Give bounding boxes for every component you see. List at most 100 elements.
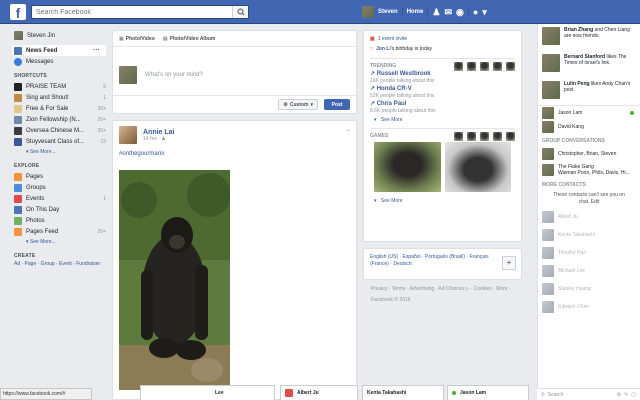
calendar-icon: ▦ xyxy=(370,36,375,42)
notifications-globe-icon[interactable]: ◉ xyxy=(456,7,464,18)
new-message-icon[interactable]: ✎ xyxy=(624,392,628,398)
explore-see-more[interactable]: ▾ See More... xyxy=(14,237,112,247)
game-thumbnail[interactable] xyxy=(480,131,489,141)
sidebar-item-free-for-sale[interactable]: Free & For Sale 20+ xyxy=(14,103,112,114)
tab-label: Photo/Video Album xyxy=(169,35,216,42)
chat-contact[interactable]: Timothy Han xyxy=(538,244,640,262)
language-links[interactable]: English (US) · Español · Português (Bras… xyxy=(370,254,495,268)
trending-item[interactable]: ↗ Russell Westbrook 16K people talking ab… xyxy=(364,70,521,85)
add-language-button[interactable]: + xyxy=(502,256,516,270)
chat-contact[interactable]: David Kang xyxy=(538,120,640,134)
praise-team-icon xyxy=(14,82,22,91)
sidebar-item-news-feed[interactable]: News Feed ··· xyxy=(12,45,106,56)
more-options-icon[interactable]: ··· xyxy=(93,47,100,54)
sidebar-item-groups[interactable]: Groups xyxy=(14,182,112,193)
chat-tab-kenta-takahashi[interactable]: Kenta Takahashi xyxy=(362,385,444,400)
chat-contact[interactable]: Stanley Huang xyxy=(538,280,640,298)
trending-thumbnail[interactable] xyxy=(454,61,463,71)
contact-avatar xyxy=(542,247,554,259)
sidebar-item-pages-feed[interactable]: Pages Feed 20+ xyxy=(14,226,112,237)
tab-photo-video-album[interactable]: ▤ Photo/Video Album xyxy=(163,36,216,42)
sidebar-item-pages[interactable]: Pages xyxy=(14,171,112,182)
game-image-gorilla[interactable] xyxy=(374,142,441,192)
chat-contact[interactable]: Albert Ju xyxy=(538,208,640,226)
friend-requests-icon[interactable]: ♟ xyxy=(432,7,440,18)
messages-icon[interactable]: ✉ xyxy=(444,7,452,18)
sidebar-item-messages[interactable]: Messages xyxy=(14,56,112,67)
pages-icon xyxy=(14,172,22,181)
post-button[interactable]: Post xyxy=(324,99,350,110)
status-input[interactable]: What's on your mind? xyxy=(113,47,356,95)
chat-contact[interactable]: Michael Lee xyxy=(538,262,640,280)
tab-photo-video[interactable]: ▣ Photo/Video xyxy=(119,36,155,42)
sidebar-item-oversea-chinese-m[interactable]: Oversea Chinese M... 20+ xyxy=(14,125,112,136)
post-hashtag[interactable]: #onthegourmami xyxy=(113,149,356,159)
ticker-story[interactable]: Bernard Stanford likes The Times of Isra… xyxy=(538,51,640,78)
on-this-day-icon xyxy=(14,205,22,214)
sidebar-item-on-this-day[interactable]: On This Day xyxy=(14,204,112,215)
contact-name: Edward J Kim xyxy=(558,304,589,310)
profile-link[interactable]: Steven xyxy=(378,9,398,15)
sidebar-item-sing-and-shout[interactable]: Sing and Shout! 1 xyxy=(14,92,112,103)
divider xyxy=(370,58,515,59)
post-photo-gorilla[interactable] xyxy=(119,170,230,390)
shortcuts-see-more[interactable]: ▾ See More... xyxy=(14,147,112,157)
author-avatar[interactable] xyxy=(119,126,137,144)
game-thumbnail[interactable] xyxy=(467,131,476,141)
chat-contact[interactable]: Kenta Takahashi xyxy=(538,226,640,244)
group-name: The Flake Gang Waiman Poon, Phils, Davis… xyxy=(558,164,630,176)
birthday-row[interactable]: □ Jon Li's birthday is today xyxy=(364,44,521,54)
sidebar-item-stuyvesant-class-of[interactable]: Stuyvesant Class of... 13 xyxy=(14,136,112,147)
create-links[interactable]: Ad · Page · Group · Event · Fundraiser xyxy=(14,261,112,268)
home-link[interactable]: Home xyxy=(407,9,424,15)
post-timestamp[interactable]: 14 hrs · ♟ xyxy=(143,136,175,142)
sidebar-item-events[interactable]: Events 1 xyxy=(14,193,112,204)
explore-heading: EXPLORE xyxy=(14,163,40,169)
search-button[interactable] xyxy=(232,6,248,18)
sidebar-item-photos[interactable]: Photos xyxy=(14,215,112,226)
author-name[interactable]: Annie Lai xyxy=(143,129,175,136)
sidebar-item-label: Photos xyxy=(26,217,45,224)
audience-selector[interactable]: ⚙ Custom ▾ xyxy=(278,99,318,110)
ticker-story[interactable]: Lulin Peng likes Andy Chan's post. xyxy=(538,78,640,105)
sidebar-item-label: On This Day xyxy=(26,206,60,213)
game-thumbnail[interactable] xyxy=(493,131,502,141)
trending-item[interactable]: ↗ Honda CR-V 52K people talking about thi… xyxy=(364,85,521,100)
footer-links[interactable]: Privacy · Terms · Advertising · Ad Choic… xyxy=(371,285,519,293)
trending-thumbnail[interactable] xyxy=(506,61,515,71)
user-avatar[interactable] xyxy=(362,6,374,18)
game-image-gorilla[interactable] xyxy=(444,142,511,192)
chat-settings-gear-icon[interactable]: ⚙ xyxy=(617,392,621,398)
chat-contact[interactable]: Jason Lam xyxy=(538,106,640,120)
post-options-chevron-icon[interactable]: ⌄ xyxy=(346,126,351,133)
user-avatar xyxy=(119,66,137,84)
search-input[interactable] xyxy=(32,6,222,18)
quick-help-icon[interactable]: ● xyxy=(473,7,478,17)
account-menu-chevron-icon[interactable]: ▾ xyxy=(482,7,487,18)
sidebar-item-praise-team[interactable]: PRAISE TEAM 5 xyxy=(14,81,112,92)
trending-thumbnail[interactable] xyxy=(467,61,476,71)
group-conversation[interactable]: The Flake Gang Waiman Poon, Phils, Davis… xyxy=(538,162,640,178)
chat-search-input[interactable]: Search xyxy=(548,392,614,398)
pages-feed-icon xyxy=(14,227,22,236)
ticker-story[interactable]: Brian Zhang and Chen Liang are now frien… xyxy=(538,24,640,51)
trending-item[interactable]: ↗ Chris Paul 8.6K people talking about th… xyxy=(364,100,521,115)
game-thumbnail[interactable] xyxy=(506,131,515,141)
trending-see-more[interactable]: ▾ See More xyxy=(364,115,521,125)
chat-tab-albert-ju[interactable]: Albert Ju xyxy=(280,385,358,400)
trending-thumbnail[interactable] xyxy=(480,61,489,71)
trending-thumbnail[interactable] xyxy=(493,61,502,71)
group-avatar xyxy=(542,148,554,160)
profile-link[interactable]: Steven Jin xyxy=(14,30,112,41)
sidebar-item-zion-fellowship-n[interactable]: Zion Fellowship (N... 20+ xyxy=(14,114,112,125)
chat-contact[interactable]: Edward J Kim xyxy=(538,298,640,316)
event-invite-row[interactable]: ▦ 1 event invite xyxy=(364,34,521,44)
facebook-logo[interactable]: f xyxy=(10,4,26,20)
game-thumbnail[interactable] xyxy=(454,131,463,141)
ticker-stories: Brian Zhang and Chen Liang are now frien… xyxy=(538,24,640,105)
chat-tab-jason-lam[interactable]: Jason Lam xyxy=(447,385,529,400)
games-see-more[interactable]: ▾ See More xyxy=(364,196,521,206)
chat-tab-lee[interactable]: Lee xyxy=(140,385,275,400)
chat-options-icon[interactable]: ▢ xyxy=(631,392,636,398)
group-conversation[interactable]: Christopher, Brian, Steven xyxy=(538,146,640,162)
